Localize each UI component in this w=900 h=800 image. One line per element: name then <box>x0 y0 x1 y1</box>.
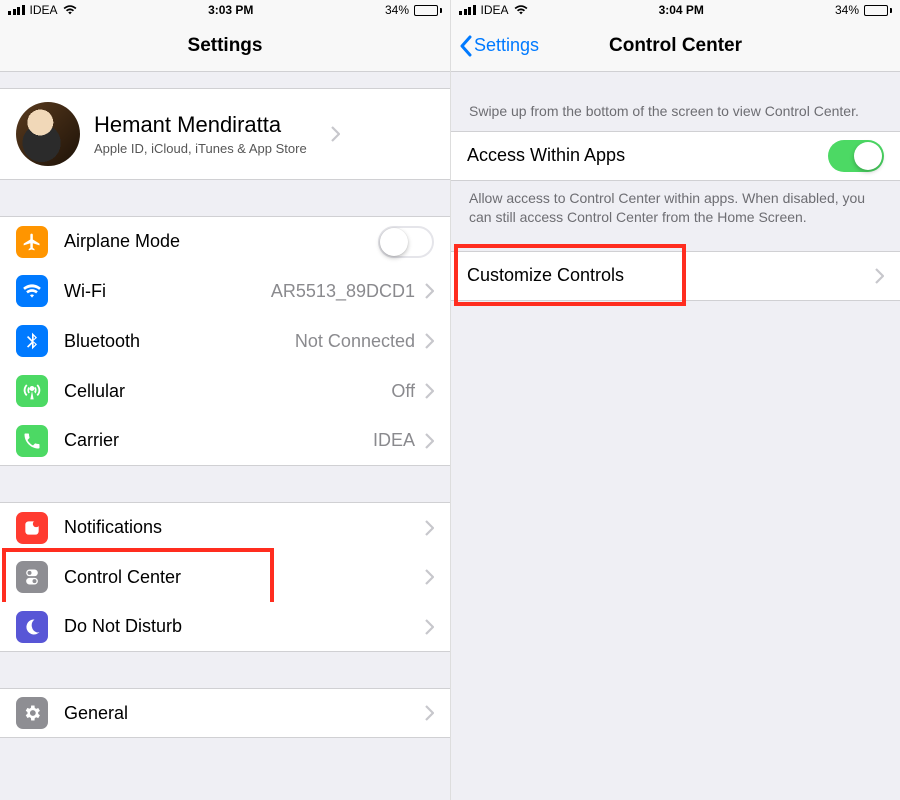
customize-controls-row[interactable]: Customize Controls <box>451 251 900 301</box>
carrier-row[interactable]: Carrier IDEA <box>0 416 450 466</box>
apple-id-row[interactable]: Hemant Mendiratta Apple ID, iCloud, iTun… <box>0 88 450 180</box>
chevron-right-icon <box>425 383 434 399</box>
wifi-settings-icon <box>16 275 48 307</box>
bluetooth-value: Not Connected <box>295 331 415 352</box>
dnd-label: Do Not Disturb <box>64 616 182 637</box>
status-battery-pct: 34% <box>835 3 859 17</box>
status-carrier: IDEA <box>30 3 58 17</box>
airplane-toggle[interactable] <box>378 226 434 258</box>
battery-icon <box>414 5 442 16</box>
chevron-right-icon <box>425 705 434 721</box>
access-label: Access Within Apps <box>467 145 625 166</box>
general-label: General <box>64 703 128 724</box>
wifi-label: Wi-Fi <box>64 281 106 302</box>
status-battery-pct: 34% <box>385 3 409 17</box>
profile-name-label: Hemant Mendiratta <box>94 112 307 138</box>
airplane-label: Airplane Mode <box>64 231 180 252</box>
battery-icon <box>864 5 892 16</box>
general-row[interactable]: General <box>0 688 450 738</box>
signal-icon <box>459 5 476 15</box>
bluetooth-row[interactable]: Bluetooth Not Connected <box>0 316 450 366</box>
notifications-icon <box>16 512 48 544</box>
avatar <box>16 102 80 166</box>
wifi-value: AR5513_89DCD1 <box>271 281 415 302</box>
notifications-label: Notifications <box>64 517 162 538</box>
status-bar: IDEA 3:04 PM 34% <box>451 0 900 20</box>
back-button[interactable]: Settings <box>451 35 545 57</box>
notifications-row[interactable]: Notifications <box>0 502 450 552</box>
cellular-value: Off <box>391 381 415 402</box>
status-carrier: IDEA <box>481 3 509 17</box>
chevron-right-icon <box>331 126 340 142</box>
airplane-mode-row[interactable]: Airplane Mode <box>0 216 450 266</box>
chevron-right-icon <box>425 333 434 349</box>
nav-bar: Settings <box>0 20 450 72</box>
phone-icon <box>16 425 48 457</box>
chevron-right-icon <box>425 619 434 635</box>
cellular-label: Cellular <box>64 381 125 402</box>
chevron-right-icon <box>425 569 434 585</box>
nav-title: Settings <box>0 35 450 57</box>
chevron-right-icon <box>875 268 884 284</box>
carrier-label: Carrier <box>64 430 119 451</box>
wifi-icon <box>63 4 77 16</box>
chevron-right-icon <box>425 283 434 299</box>
cellular-row[interactable]: Cellular Off <box>0 366 450 416</box>
gear-icon <box>16 697 48 729</box>
chevron-right-icon <box>425 433 434 449</box>
intro-note: Swipe up from the bottom of the screen t… <box>451 72 900 131</box>
access-within-apps-row[interactable]: Access Within Apps <box>451 131 900 181</box>
access-toggle[interactable] <box>828 140 884 172</box>
status-time: 3:03 PM <box>77 3 385 17</box>
nav-bar: Settings Control Center <box>451 20 900 72</box>
moon-icon <box>16 611 48 643</box>
control-center-screen: IDEA 3:04 PM 34% Settings Control Center… <box>450 0 900 800</box>
signal-icon <box>8 5 25 15</box>
carrier-value: IDEA <box>373 430 415 451</box>
chevron-right-icon <box>425 520 434 536</box>
chevron-left-icon <box>459 35 472 57</box>
access-footer-note: Allow access to Control Center within ap… <box>451 181 900 239</box>
cellular-icon <box>16 375 48 407</box>
control-center-icon <box>16 561 48 593</box>
bluetooth-icon <box>16 325 48 357</box>
back-label: Settings <box>474 35 539 56</box>
control-center-label: Control Center <box>64 567 181 588</box>
wifi-icon <box>514 4 528 16</box>
wifi-row[interactable]: Wi-Fi AR5513_89DCD1 <box>0 266 450 316</box>
customize-label: Customize Controls <box>467 265 624 286</box>
airplane-icon <box>16 226 48 258</box>
status-bar: IDEA 3:03 PM 34% <box>0 0 450 20</box>
profile-subtitle-label: Apple ID, iCloud, iTunes & App Store <box>94 141 307 156</box>
bluetooth-label: Bluetooth <box>64 331 140 352</box>
do-not-disturb-row[interactable]: Do Not Disturb <box>0 602 450 652</box>
status-time: 3:04 PM <box>528 3 835 17</box>
settings-screen: IDEA 3:03 PM 34% Settings Hemant Mendira… <box>0 0 450 800</box>
control-center-row[interactable]: Control Center <box>0 552 450 602</box>
